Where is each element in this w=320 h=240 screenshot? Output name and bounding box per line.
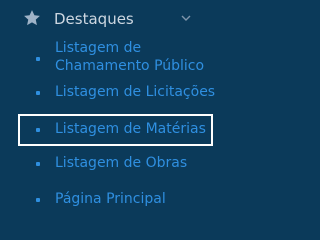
sidebar-item-listagem-chamamento-publico[interactable]: Listagem de Chamamento Público — [0, 38, 217, 80]
sidebar-item-label: Chamamento Público — [55, 58, 205, 74]
bullet-icon — [36, 198, 40, 202]
sidebar-item-pagina-principal[interactable]: Página Principal — [0, 189, 217, 211]
sidebar-item-listagem-licitacoes[interactable]: Listagem de Licitações — [0, 82, 217, 104]
sidebar-menu: Destaques Listagem de Chamamento Público… — [0, 0, 217, 215]
bullet-icon — [36, 162, 40, 166]
sidebar-item-listagem-materias[interactable]: Listagem de Matérias — [0, 114, 217, 146]
bullet-icon — [36, 57, 40, 61]
sidebar-item-label: Listagem de — [55, 40, 142, 56]
sidebar-group-label: Destaques — [54, 10, 134, 28]
star-icon — [24, 10, 40, 26]
sidebar-group-destaques[interactable]: Destaques — [0, 0, 217, 38]
bullet-icon — [36, 128, 40, 132]
bullet-icon — [36, 91, 40, 95]
sidebar-item-label: Listagem de Matérias — [55, 121, 206, 137]
sidebar-item-listagem-obras[interactable]: Listagem de Obras — [0, 153, 217, 175]
sidebar-item-label: Listagem de Obras — [55, 155, 188, 171]
chevron-down-icon[interactable] — [181, 14, 191, 22]
sidebar-item-label: Listagem de Licitações — [55, 84, 216, 100]
sidebar-item-label: Página Principal — [55, 191, 166, 207]
